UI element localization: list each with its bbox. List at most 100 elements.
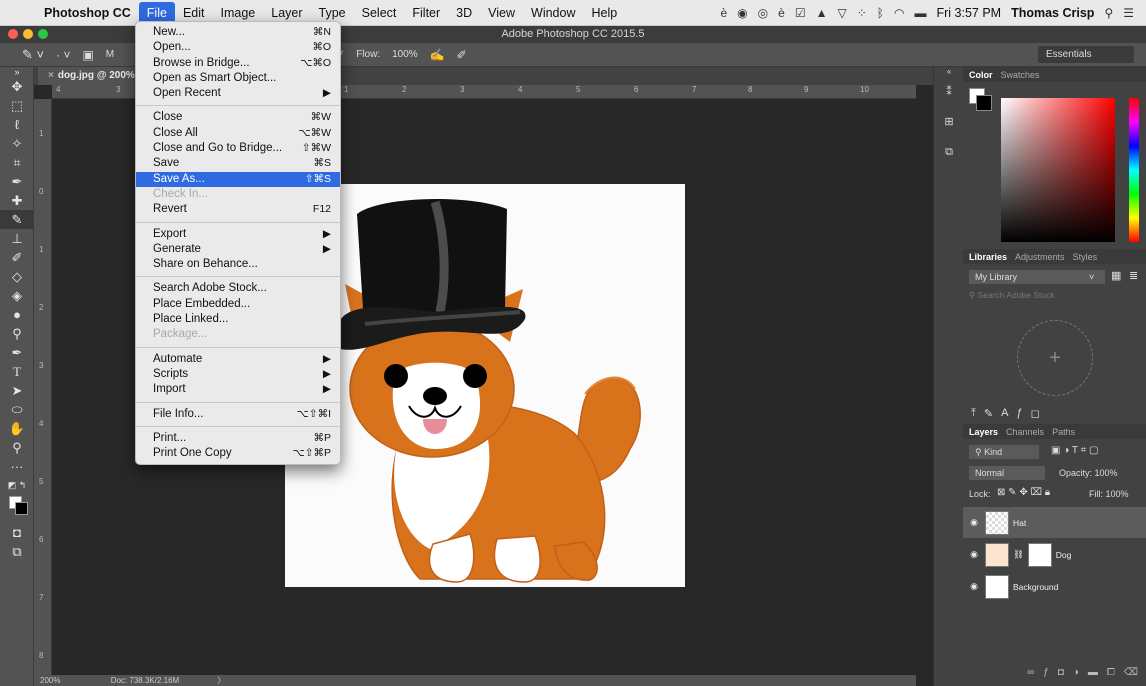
properties-panel-icon[interactable]: ⊞ <box>934 107 964 137</box>
list-view-icon[interactable]: ≣ <box>1129 269 1138 282</box>
menu-item-export[interactable]: Export ▶ <box>136 227 340 242</box>
layer-name[interactable]: Hat <box>1013 518 1026 528</box>
library-dropdown-icon[interactable]: ˅ <box>1089 270 1094 284</box>
library-select[interactable]: My Library <box>969 270 1105 284</box>
hand-tool-icon[interactable]: ✋ <box>0 419 34 438</box>
gradient-tool-icon[interactable]: ◈ <box>0 286 34 305</box>
menu-item-save-as[interactable]: Save As... ⇧⌘S <box>136 171 340 187</box>
clock[interactable]: Fri 3:57 PM <box>936 6 1001 20</box>
menu-item-open-as-smart-object[interactable]: Open as Smart Object... <box>136 71 340 86</box>
history-brush-tool-icon[interactable]: ✐ <box>0 248 34 267</box>
close-tab-icon[interactable]: × <box>48 70 54 81</box>
menu-item-share-on-behance[interactable]: Share on Behance... <box>136 257 340 272</box>
dots-icon[interactable]: ⁘ <box>857 6 867 20</box>
menu-item-generate[interactable]: Generate ▶ <box>136 242 340 257</box>
history-panel-icon[interactable]: ⁑ <box>934 77 964 107</box>
brush-tool-icon[interactable]: ✎ <box>0 210 34 229</box>
menu-filter[interactable]: Filter <box>404 2 448 24</box>
menu-item-place-embedded[interactable]: Place Embedded... <box>136 297 340 312</box>
library-empty-add[interactable]: + <box>1017 320 1093 396</box>
eyedropper-tool-icon[interactable]: ✒ <box>0 172 34 191</box>
user-name[interactable]: Thomas Crisp <box>1011 6 1094 20</box>
menu-item-automate[interactable]: Automate ▶ <box>136 352 340 367</box>
menu-item-close-all[interactable]: Close All ⌥⌘W <box>136 126 340 141</box>
pen-tool-icon[interactable]: ✒ <box>0 343 34 362</box>
chrome-icon[interactable]: ◉ <box>737 6 747 20</box>
tools-collapse-icon[interactable]: » <box>0 67 34 77</box>
clone-stamp-tool-icon[interactable]: ⊥ <box>0 229 34 248</box>
layer-name[interactable]: Dog <box>1056 550 1072 560</box>
lasso-tool-icon[interactable]: ℓ <box>0 115 34 134</box>
upload-icon[interactable]: ⤒ <box>971 407 976 420</box>
tab-styles[interactable]: Styles <box>1073 252 1098 262</box>
tab-layers[interactable]: Layers <box>969 427 998 437</box>
filter-icons[interactable]: ▣ ◑ T ⌗ ▢ <box>1051 445 1098 456</box>
new-layer-icon[interactable]: ⧠ <box>1107 667 1115 686</box>
menu-help[interactable]: Help <box>584 2 626 24</box>
screen-mode-icon[interactable]: ⧉ <box>0 542 34 561</box>
layer-row-background[interactable]: ◉ Background <box>963 571 1146 602</box>
minimize-window-button[interactable] <box>23 29 33 39</box>
dodge-tool-icon[interactable]: ⚲ <box>0 324 34 343</box>
flow-value[interactable]: 100% <box>386 49 424 60</box>
bluetooth-icon[interactable]: ᛒ <box>877 6 884 20</box>
document-canvas[interactable] <box>285 184 685 587</box>
new-group-icon[interactable]: ▬ <box>1088 667 1098 686</box>
crop-tool-icon[interactable]: ⌗ <box>0 153 34 172</box>
workspace-switcher[interactable]: Essentials <box>1038 46 1134 63</box>
menu-item-new[interactable]: New... ⌘N <box>136 25 340 40</box>
eye-status-icon[interactable]: ◎ <box>758 6 768 20</box>
tab-color[interactable]: Color <box>969 70 993 80</box>
tab-adjustments[interactable]: Adjustments <box>1015 252 1065 262</box>
visibility-eye-icon[interactable]: ◉ <box>963 517 985 528</box>
menu-item-open[interactable]: Open... ⌘O <box>136 40 340 55</box>
zoom-tool-icon[interactable]: ⚲ <box>0 438 34 457</box>
adjustment-layer-icon[interactable]: ◑ <box>1073 667 1079 686</box>
bg-color-swatch[interactable] <box>976 95 992 111</box>
color-swatches[interactable] <box>0 495 33 519</box>
tab-libraries[interactable]: Libraries <box>969 252 1007 262</box>
move-tool-icon[interactable]: ✥ <box>0 77 34 96</box>
menu-item-file-info[interactable]: File Info... ⌥⇧⌘I <box>136 407 340 422</box>
check-icon[interactable]: ☑ <box>795 6 806 20</box>
type-tool-icon[interactable]: T <box>0 362 34 381</box>
tab-paths[interactable]: Paths <box>1052 427 1075 437</box>
blend-mode-select[interactable]: Normal <box>969 466 1045 480</box>
stock-search[interactable]: ⚲ Search Adobe Stock <box>969 290 1055 301</box>
lock-icons[interactable]: ⊠ ✎ ✥ ⌧ 🔒︎ <box>997 487 1050 498</box>
layer-row-dog[interactable]: ◉ ⛓ Dog <box>963 539 1146 570</box>
color-add-icon[interactable]: ◻ <box>1031 407 1040 420</box>
shape-tool-icon[interactable]: ⬭ <box>0 400 34 419</box>
spotlight-icon[interactable]: ⚲ <box>1104 6 1113 20</box>
menu-item-revert[interactable]: Revert F12 <box>136 202 340 217</box>
menu-window[interactable]: Window <box>523 2 583 24</box>
menu-item-save[interactable]: Save ⌘S <box>136 156 340 171</box>
zoom-window-button[interactable] <box>38 29 48 39</box>
battery-icon[interactable]: ▬ <box>914 6 926 20</box>
menu-item-search-adobe-stock[interactable]: Search Adobe Stock... <box>136 281 340 296</box>
opacity-control[interactable]: Opacity: 100% <box>1059 466 1118 480</box>
add-mask-icon[interactable]: ◘ <box>1058 667 1064 686</box>
shield-icon[interactable]: ▽ <box>837 6 846 20</box>
marquee-tool-icon[interactable]: ⬚ <box>0 96 34 115</box>
fill-control[interactable]: Fill: 100% <box>1089 487 1129 501</box>
menu-3d[interactable]: 3D <box>448 2 480 24</box>
layer-name[interactable]: Background <box>1013 582 1058 592</box>
menu-item-import[interactable]: Import ▶ <box>136 382 340 397</box>
cc-icon[interactable]: ѐ <box>778 6 785 20</box>
color-field[interactable] <box>1001 98 1115 242</box>
more-tools-icon[interactable]: ··· <box>0 457 34 476</box>
menu-item-print-one-copy[interactable]: Print One Copy ⌥⇧⌘P <box>136 446 340 461</box>
zoom-level[interactable]: 200% <box>40 676 60 685</box>
adjust-panel-icon[interactable]: ⧉ <box>934 137 964 167</box>
visibility-eye-icon[interactable]: ◉ <box>963 581 985 592</box>
menu-item-open-recent[interactable]: Open Recent ▶ <box>136 86 340 101</box>
mask-link-icon[interactable]: ⛓ <box>1013 549 1024 560</box>
quick-select-tool-icon[interactable]: ✧ <box>0 134 34 153</box>
link-layers-icon[interactable]: ∞ <box>1027 667 1034 686</box>
menu-app[interactable]: Photoshop CC <box>36 2 139 24</box>
blur-tool-icon[interactable]: ● <box>0 305 34 324</box>
brush-size-icon[interactable]: · ˅ <box>50 48 76 62</box>
quick-mask-icon[interactable]: ◘ <box>0 523 34 542</box>
pressure-size-icon[interactable]: ✐ <box>451 48 473 62</box>
